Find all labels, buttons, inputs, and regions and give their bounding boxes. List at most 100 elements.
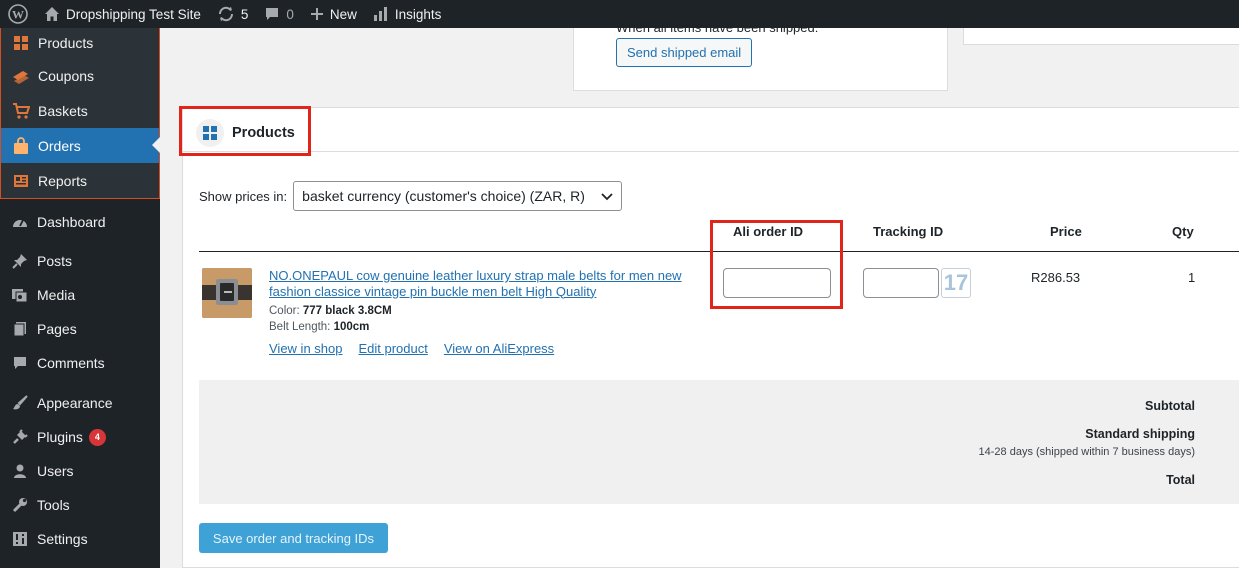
menu-item-posts[interactable]: Posts: [0, 244, 160, 278]
side-card: [963, 28, 1239, 45]
menu-label: Users: [37, 463, 74, 479]
user-icon: [10, 461, 30, 481]
menu-item-settings[interactable]: Settings: [0, 522, 160, 556]
menu-label: Coupons: [38, 67, 95, 84]
menu-item-baskets[interactable]: Baskets: [1, 93, 159, 128]
currency-select[interactable]: basket currency (customer's choice) (ZAR…: [293, 181, 623, 211]
plus-icon: [310, 7, 324, 21]
pushpin-icon: [10, 251, 30, 271]
woocommerce-submenu: Products Coupons Baskets Orders Reports: [0, 28, 160, 199]
menu-label: Pages: [37, 321, 77, 337]
menu-item-tools[interactable]: Tools: [0, 488, 160, 522]
insights-link[interactable]: Insights: [365, 0, 450, 28]
shipping-method-label: Standard shipping: [1085, 427, 1195, 441]
pages-icon: [10, 319, 30, 339]
insights-label: Insights: [394, 6, 442, 22]
product-thumbnail[interactable]: [202, 268, 252, 318]
menu-label: Plugins: [37, 429, 83, 445]
bar-chart-icon: [373, 6, 389, 22]
comments-link[interactable]: 0: [256, 0, 302, 28]
shipped-instructions-text: When all items have been shipped:: [616, 20, 819, 35]
wordpress-logo-icon[interactable]: W: [0, 0, 36, 28]
menu-item-media[interactable]: Media: [0, 278, 160, 312]
plug-icon: [10, 427, 30, 447]
admin-sidebar: Products Coupons Baskets Orders Reports: [0, 28, 160, 568]
menu-item-users[interactable]: Users: [0, 454, 160, 488]
menu-label: Appearance: [37, 395, 113, 411]
view-on-aliexpress-link[interactable]: View on AliExpress: [444, 341, 554, 356]
ali-order-id-highlight-box: [710, 220, 843, 309]
cart-icon: [11, 101, 31, 121]
menu-item-pages[interactable]: Pages: [0, 312, 160, 346]
chevron-down-icon: [601, 188, 613, 204]
wrench-icon: [10, 495, 30, 515]
menu-label: Orders: [38, 137, 81, 154]
menu-label: Reports: [38, 172, 88, 189]
updates-count: 5: [240, 6, 249, 22]
comments-count: 0: [286, 6, 294, 22]
menu-label: Media: [37, 287, 76, 303]
total-label: Total: [1166, 473, 1195, 487]
color-label: Color:: [269, 305, 300, 317]
site-name-link[interactable]: Dropshipping Test Site: [36, 0, 209, 28]
edit-product-link[interactable]: Edit product: [358, 341, 427, 356]
send-shipped-email-button[interactable]: Send shipped email: [616, 38, 753, 67]
new-label: New: [329, 6, 357, 22]
column-header-tracking-id: Tracking ID: [873, 224, 944, 239]
menu-item-products[interactable]: Products: [1, 28, 159, 58]
svg-text:W: W: [12, 8, 24, 22]
shipping-note: 14-28 days (shipped within 7 business da…: [978, 446, 1195, 458]
plugins-update-badge: 4: [88, 428, 106, 446]
shipping-email-card: When all items have been shipped: Send s…: [573, 20, 948, 91]
menu-item-plugins[interactable]: Plugins 4: [0, 420, 160, 454]
menu-item-dashboard[interactable]: Dashboard: [0, 205, 160, 238]
comment-bubble-icon: [264, 6, 280, 22]
save-order-tracking-button[interactable]: Save order and tracking IDs: [199, 523, 388, 553]
length-label: Belt Length:: [269, 321, 331, 333]
show-prices-label: Show prices in:: [199, 188, 288, 204]
menu-label: Posts: [37, 253, 73, 269]
menu-label: Dashboard: [37, 213, 106, 230]
menu-item-orders[interactable]: Orders: [1, 128, 160, 163]
products-panel-header: Products: [183, 108, 1239, 152]
menu-label: Settings: [37, 531, 88, 547]
products-highlight-box: [179, 106, 311, 156]
menu-label: Baskets: [38, 102, 88, 119]
item-qty: 1: [1188, 270, 1196, 285]
tracking-id-input[interactable]: [863, 268, 939, 298]
report-icon: [11, 171, 31, 191]
menu-item-appearance[interactable]: Appearance: [0, 386, 160, 420]
menu-label: Tools: [37, 497, 70, 513]
product-color-meta: Color: 777 black 3.8CM: [269, 305, 392, 317]
column-header-qty: Qty: [1172, 224, 1194, 239]
subtotal-label: Subtotal: [1145, 399, 1195, 413]
product-length-meta: Belt Length: 100cm: [269, 321, 369, 333]
17track-icon[interactable]: 17: [941, 268, 971, 298]
refresh-icon: [217, 5, 235, 23]
site-name: Dropshipping Test Site: [66, 6, 201, 22]
product-name-link[interactable]: NO.ONEPAUL cow genuine leather luxury st…: [269, 268, 689, 299]
length-value: 100cm: [333, 321, 370, 333]
bag-icon: [11, 136, 31, 156]
new-content-link[interactable]: New: [302, 0, 365, 28]
view-in-shop-link[interactable]: View in shop: [269, 341, 342, 356]
settings-icon: [10, 529, 30, 549]
item-price: R286.53: [1031, 270, 1081, 285]
grid-icon: [11, 33, 31, 53]
currency-selected-value: basket currency (customer's choice) (ZAR…: [302, 188, 585, 204]
menu-label: Comments: [37, 355, 105, 371]
dashboard-icon: [10, 212, 30, 232]
home-icon: [44, 6, 60, 22]
color-value: 777 black 3.8CM: [302, 305, 392, 317]
media-icon: [10, 285, 30, 305]
paintbrush-icon: [10, 393, 30, 413]
menu-item-coupons[interactable]: Coupons: [1, 58, 159, 93]
product-row-links: View in shop Edit product View on AliExp…: [269, 341, 554, 356]
updates-link[interactable]: 5: [209, 0, 257, 28]
menu-item-comments[interactable]: Comments: [0, 346, 160, 380]
coupon-icon: [11, 66, 31, 86]
column-header-price: Price: [1050, 224, 1082, 239]
menu-item-reports[interactable]: Reports: [1, 163, 159, 198]
show-prices-row: Show prices in: basket currency (custome…: [199, 181, 623, 211]
menu-label: Products: [38, 35, 94, 51]
